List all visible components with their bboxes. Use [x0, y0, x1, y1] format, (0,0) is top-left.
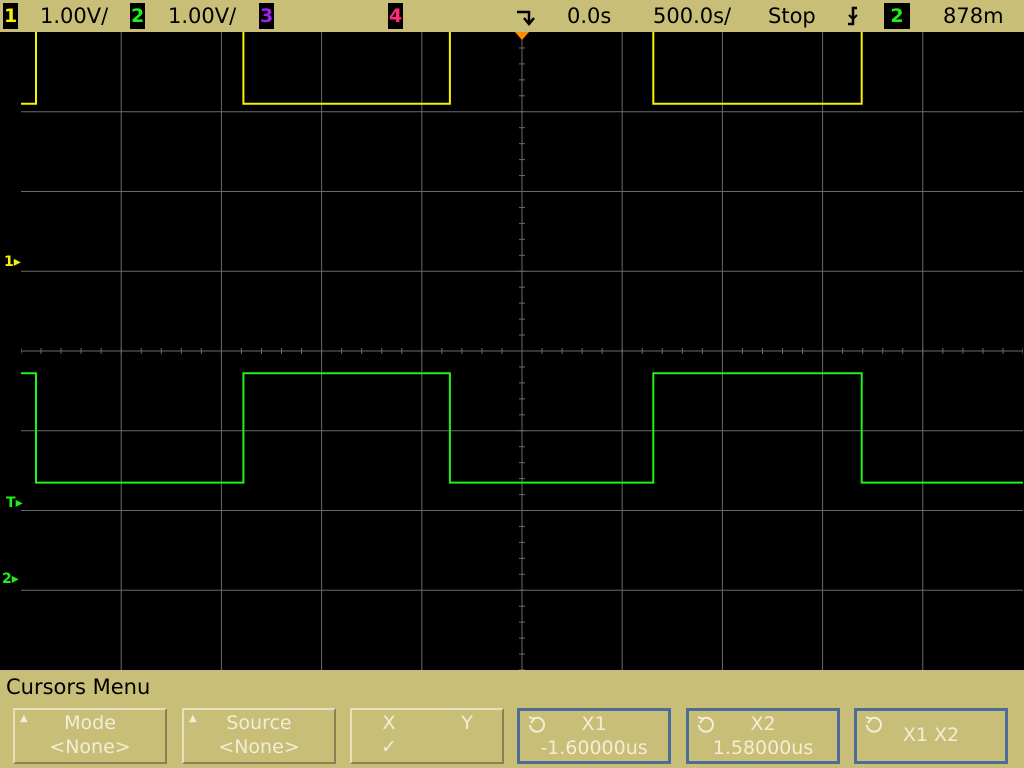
channel-2-number: 2	[131, 5, 145, 27]
ground-arrow-icon: ▸	[11, 571, 19, 587]
trigger-position-marker	[515, 32, 529, 40]
timebase-value[interactable]: 500.0s/	[653, 0, 731, 32]
channel-1-scale[interactable]: 1.00V/	[40, 0, 108, 32]
x-option: X	[382, 712, 396, 734]
trigger-source-number: 2	[890, 5, 904, 27]
source-softkey[interactable]: ▲ Source <None>	[182, 708, 336, 764]
y-option: Y	[461, 712, 473, 734]
x1-x2-softkey[interactable]: X1 X2	[854, 708, 1008, 764]
channel-4-number: 4	[389, 5, 403, 27]
waveform-display[interactable]	[21, 32, 1023, 670]
mode-softkey[interactable]: ▲ Mode <None>	[13, 708, 167, 764]
mode-value: <None>	[49, 736, 131, 758]
channel-2-badge[interactable]: 2	[130, 3, 145, 29]
trigger-level-marker[interactable]: T▸	[6, 496, 23, 510]
channel-3-badge[interactable]: 3	[259, 3, 274, 29]
delay-icon	[515, 0, 535, 32]
channel-1-badge[interactable]: 1	[3, 3, 18, 29]
channel-3-number: 3	[260, 5, 274, 27]
trigger-level[interactable]: 878m	[943, 0, 1004, 32]
channel-1-number: 1	[4, 5, 18, 27]
channel-1-ground-label: 1	[4, 254, 14, 270]
trigger-source-badge[interactable]: 2	[884, 3, 910, 29]
x2-softkey[interactable]: X2 1.58000us	[686, 708, 840, 764]
source-value: <None>	[218, 736, 300, 758]
x1-x2-label: X1 X2	[902, 724, 960, 746]
run-state: Stop	[768, 4, 816, 28]
x2-value: 1.58000us	[712, 737, 814, 759]
trigger-arrow-icon: ▸	[15, 495, 23, 511]
x1-label: X1	[581, 713, 607, 735]
channel-2-ground-marker[interactable]: 2▸	[2, 572, 19, 586]
trigger-falling-edge-icon	[845, 0, 861, 32]
menu-title: Cursors Menu	[6, 675, 151, 699]
graticule	[21, 32, 1023, 670]
channel-4-badge[interactable]: 4	[388, 3, 403, 29]
waveform-plot	[21, 32, 1023, 670]
xy-softkey[interactable]: X Y ✓	[350, 708, 504, 764]
delay-value[interactable]: 0.0s	[567, 0, 611, 32]
x1-value: -1.60000us	[540, 737, 648, 759]
x1-softkey[interactable]: X1 -1.60000us	[517, 708, 671, 764]
trigger-level-label: T	[6, 495, 16, 511]
softkey-menu: Cursors Menu ▲ Mode <None> ▲ Source <Non…	[0, 670, 1024, 768]
source-label: Source	[226, 712, 292, 734]
channel-2-ground-label: 2	[2, 571, 12, 587]
ground-arrow-icon: ▸	[13, 254, 21, 270]
x-selected-check-icon: ✓	[381, 736, 397, 758]
channel-1-ground-marker[interactable]: 1▸	[4, 255, 21, 269]
mode-label: Mode	[64, 712, 116, 734]
x2-label: X2	[750, 713, 776, 735]
status-bar: 1 1.00V/ 2 1.00V/ 3 4 0.0s 500.0s/ Stop …	[0, 0, 1024, 32]
channel-2-scale[interactable]: 1.00V/	[168, 0, 236, 32]
